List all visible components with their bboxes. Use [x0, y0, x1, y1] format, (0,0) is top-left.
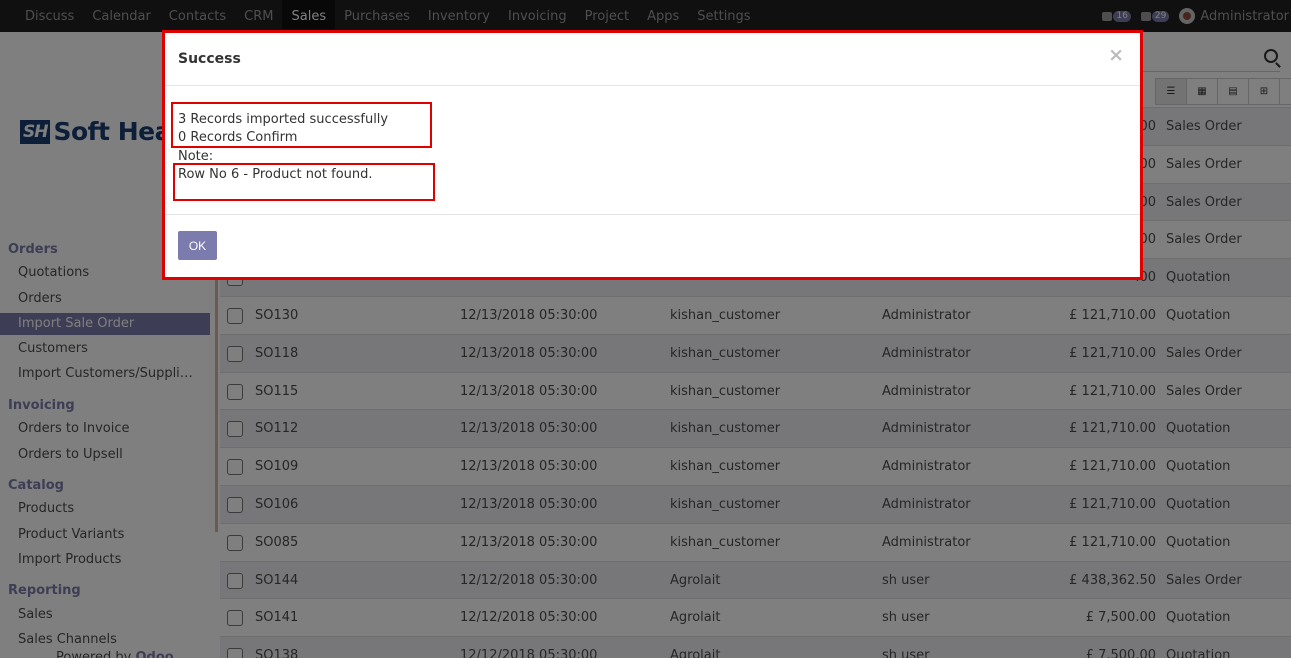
success-dialog: Success × 3 Records imported successfull… — [162, 30, 1143, 280]
ok-button[interactable]: OK — [178, 231, 217, 260]
note-label: Note: — [178, 149, 214, 164]
dialog-footer: OK — [165, 215, 1140, 277]
confirm-count-text: 0 Records Confirm — [178, 130, 298, 145]
note-text: Row No 6 - Product not found. — [178, 167, 373, 182]
close-icon[interactable]: × — [1108, 46, 1124, 65]
dialog-body: 3 Records imported successfully 0 Record… — [165, 86, 1140, 215]
dialog-title: Success — [178, 51, 241, 67]
import-count-text: 3 Records imported successfully — [178, 112, 389, 127]
dialog-header: Success × — [165, 33, 1140, 86]
